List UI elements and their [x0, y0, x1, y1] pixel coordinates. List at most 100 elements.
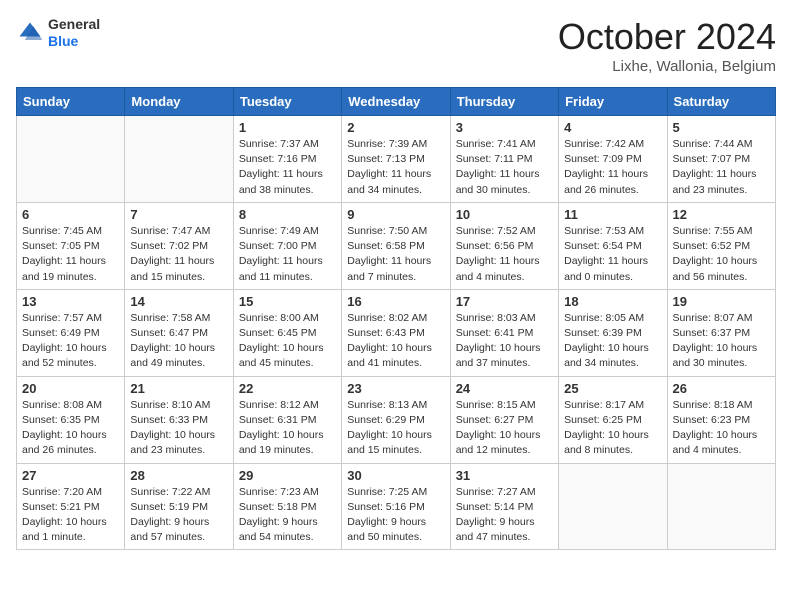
day-number: 30 — [347, 468, 444, 483]
day-number: 21 — [130, 381, 227, 396]
day-number: 27 — [22, 468, 119, 483]
day-number: 26 — [673, 381, 770, 396]
day-number: 15 — [239, 294, 336, 309]
day-number: 7 — [130, 207, 227, 222]
day-of-week-header: Monday — [125, 88, 233, 116]
day-info: Sunrise: 7:27 AM Sunset: 5:14 PM Dayligh… — [456, 485, 553, 546]
day-info: Sunrise: 8:17 AM Sunset: 6:25 PM Dayligh… — [564, 398, 661, 459]
day-of-week-header: Thursday — [450, 88, 558, 116]
day-info: Sunrise: 8:13 AM Sunset: 6:29 PM Dayligh… — [347, 398, 444, 459]
day-number: 2 — [347, 120, 444, 135]
calendar-day-cell — [667, 463, 775, 550]
day-info: Sunrise: 8:03 AM Sunset: 6:41 PM Dayligh… — [456, 311, 553, 372]
calendar-day-cell: 10 Sunrise: 7:52 AM Sunset: 6:56 PM Dayli… — [450, 202, 558, 289]
day-number: 5 — [673, 120, 770, 135]
day-number: 6 — [22, 207, 119, 222]
calendar-day-cell: 7 Sunrise: 7:47 AM Sunset: 7:02 PM Daylig… — [125, 202, 233, 289]
logo: General Blue — [16, 16, 100, 50]
day-info: Sunrise: 8:08 AM Sunset: 6:35 PM Dayligh… — [22, 398, 119, 459]
day-info: Sunrise: 7:39 AM Sunset: 7:13 PM Dayligh… — [347, 137, 444, 198]
logo-icon — [16, 19, 44, 47]
day-number: 1 — [239, 120, 336, 135]
day-info: Sunrise: 7:42 AM Sunset: 7:09 PM Dayligh… — [564, 137, 661, 198]
title-area: October 2024 Lixhe, Wallonia, Belgium — [558, 16, 776, 75]
calendar-day-cell: 19 Sunrise: 8:07 AM Sunset: 6:37 PM Dayli… — [667, 289, 775, 376]
day-info: Sunrise: 8:07 AM Sunset: 6:37 PM Dayligh… — [673, 311, 770, 372]
logo-blue: Blue — [48, 33, 100, 50]
day-info: Sunrise: 7:45 AM Sunset: 7:05 PM Dayligh… — [22, 224, 119, 285]
day-number: 14 — [130, 294, 227, 309]
calendar-day-cell: 26 Sunrise: 8:18 AM Sunset: 6:23 PM Dayli… — [667, 376, 775, 463]
calendar-day-cell: 31 Sunrise: 7:27 AM Sunset: 5:14 PM Dayli… — [450, 463, 558, 550]
day-info: Sunrise: 7:37 AM Sunset: 7:16 PM Dayligh… — [239, 137, 336, 198]
day-of-week-header: Saturday — [667, 88, 775, 116]
day-number: 20 — [22, 381, 119, 396]
calendar-week-row: 20 Sunrise: 8:08 AM Sunset: 6:35 PM Dayli… — [17, 376, 776, 463]
day-info: Sunrise: 8:05 AM Sunset: 6:39 PM Dayligh… — [564, 311, 661, 372]
day-info: Sunrise: 7:57 AM Sunset: 6:49 PM Dayligh… — [22, 311, 119, 372]
calendar-table: SundayMondayTuesdayWednesdayThursdayFrid… — [16, 87, 776, 550]
logo-general: General — [48, 16, 100, 33]
day-info: Sunrise: 7:23 AM Sunset: 5:18 PM Dayligh… — [239, 485, 336, 546]
day-number: 10 — [456, 207, 553, 222]
calendar-day-cell: 2 Sunrise: 7:39 AM Sunset: 7:13 PM Daylig… — [342, 116, 450, 203]
calendar-day-cell: 17Sunrise: 8:03 AM Sunset: 6:41 PM Dayli… — [450, 289, 558, 376]
day-number: 11 — [564, 207, 661, 222]
day-number: 12 — [673, 207, 770, 222]
day-info: Sunrise: 8:18 AM Sunset: 6:23 PM Dayligh… — [673, 398, 770, 459]
day-number: 29 — [239, 468, 336, 483]
day-info: Sunrise: 8:10 AM Sunset: 6:33 PM Dayligh… — [130, 398, 227, 459]
day-info: Sunrise: 8:15 AM Sunset: 6:27 PM Dayligh… — [456, 398, 553, 459]
calendar-day-cell: 13 Sunrise: 7:57 AM Sunset: 6:49 PM Dayli… — [17, 289, 125, 376]
day-number: 9 — [347, 207, 444, 222]
calendar-day-cell: 16Sunrise: 8:02 AM Sunset: 6:43 PM Dayli… — [342, 289, 450, 376]
calendar-day-cell: 3 Sunrise: 7:41 AM Sunset: 7:11 PM Daylig… — [450, 116, 558, 203]
calendar-day-cell: 4 Sunrise: 7:42 AM Sunset: 7:09 PM Daylig… — [559, 116, 667, 203]
day-of-week-header: Wednesday — [342, 88, 450, 116]
calendar-day-cell: 6 Sunrise: 7:45 AM Sunset: 7:05 PM Daylig… — [17, 202, 125, 289]
calendar-day-cell: 11 Sunrise: 7:53 AM Sunset: 6:54 PM Dayli… — [559, 202, 667, 289]
calendar-day-cell: 22Sunrise: 8:12 AM Sunset: 6:31 PM Dayli… — [233, 376, 341, 463]
day-info: Sunrise: 7:52 AM Sunset: 6:56 PM Dayligh… — [456, 224, 553, 285]
location: Lixhe, Wallonia, Belgium — [558, 58, 776, 75]
calendar-week-row: 13 Sunrise: 7:57 AM Sunset: 6:49 PM Dayli… — [17, 289, 776, 376]
calendar-day-cell: 21 Sunrise: 8:10 AM Sunset: 6:33 PM Dayli… — [125, 376, 233, 463]
day-of-week-header: Friday — [559, 88, 667, 116]
calendar-day-cell: 20 Sunrise: 8:08 AM Sunset: 6:35 PM Dayli… — [17, 376, 125, 463]
day-info: Sunrise: 7:41 AM Sunset: 7:11 PM Dayligh… — [456, 137, 553, 198]
day-number: 31 — [456, 468, 553, 483]
calendar-day-cell: 25Sunrise: 8:17 AM Sunset: 6:25 PM Dayli… — [559, 376, 667, 463]
day-number: 8 — [239, 207, 336, 222]
calendar-day-cell — [559, 463, 667, 550]
calendar-day-cell: 27Sunrise: 7:20 AM Sunset: 5:21 PM Dayli… — [17, 463, 125, 550]
day-number: 28 — [130, 468, 227, 483]
calendar-day-cell: 30 Sunrise: 7:25 AM Sunset: 5:16 PM Dayli… — [342, 463, 450, 550]
day-number: 24 — [456, 381, 553, 396]
day-info: Sunrise: 7:22 AM Sunset: 5:19 PM Dayligh… — [130, 485, 227, 546]
day-info: Sunrise: 7:25 AM Sunset: 5:16 PM Dayligh… — [347, 485, 444, 546]
day-info: Sunrise: 8:00 AM Sunset: 6:45 PM Dayligh… — [239, 311, 336, 372]
page-header: General Blue October 2024 Lixhe, Walloni… — [16, 16, 776, 75]
day-info: Sunrise: 7:53 AM Sunset: 6:54 PM Dayligh… — [564, 224, 661, 285]
calendar-header-row: SundayMondayTuesdayWednesdayThursdayFrid… — [17, 88, 776, 116]
day-info: Sunrise: 7:55 AM Sunset: 6:52 PM Dayligh… — [673, 224, 770, 285]
calendar-day-cell: 24 Sunrise: 8:15 AM Sunset: 6:27 PM Dayli… — [450, 376, 558, 463]
logo-text: General Blue — [48, 16, 100, 50]
day-info: Sunrise: 7:58 AM Sunset: 6:47 PM Dayligh… — [130, 311, 227, 372]
calendar-day-cell: 18Sunrise: 8:05 AM Sunset: 6:39 PM Dayli… — [559, 289, 667, 376]
day-number: 22 — [239, 381, 336, 396]
calendar-day-cell: 8Sunrise: 7:49 AM Sunset: 7:00 PM Daylig… — [233, 202, 341, 289]
day-number: 23 — [347, 381, 444, 396]
day-number: 4 — [564, 120, 661, 135]
calendar-week-row: 27Sunrise: 7:20 AM Sunset: 5:21 PM Dayli… — [17, 463, 776, 550]
calendar-day-cell — [17, 116, 125, 203]
calendar-day-cell: 12 Sunrise: 7:55 AM Sunset: 6:52 PM Dayli… — [667, 202, 775, 289]
calendar-week-row: 6 Sunrise: 7:45 AM Sunset: 7:05 PM Daylig… — [17, 202, 776, 289]
day-number: 3 — [456, 120, 553, 135]
calendar-week-row: 1 Sunrise: 7:37 AM Sunset: 7:16 PM Daylig… — [17, 116, 776, 203]
day-info: Sunrise: 7:47 AM Sunset: 7:02 PM Dayligh… — [130, 224, 227, 285]
month-title: October 2024 — [558, 16, 776, 58]
day-number: 19 — [673, 294, 770, 309]
day-info: Sunrise: 8:02 AM Sunset: 6:43 PM Dayligh… — [347, 311, 444, 372]
day-number: 13 — [22, 294, 119, 309]
